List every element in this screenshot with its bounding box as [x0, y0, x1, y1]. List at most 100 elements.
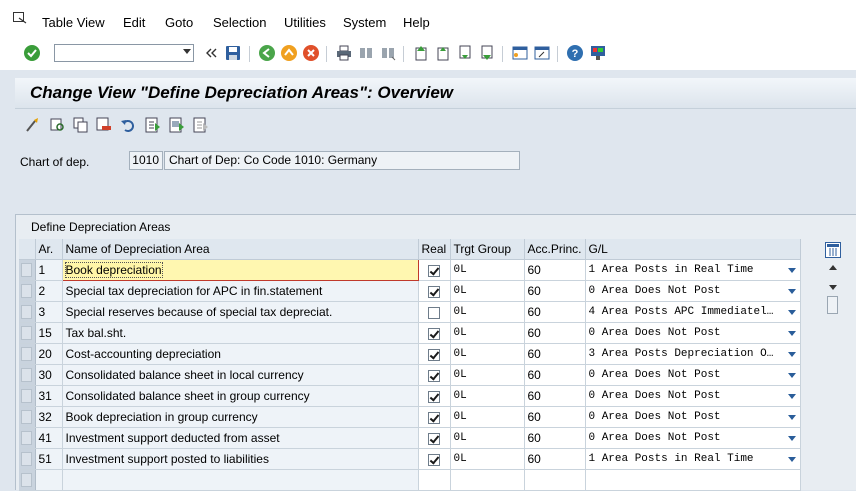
chevron-down-icon[interactable]	[787, 373, 796, 378]
cell-target-group[interactable]: 0L	[450, 259, 525, 281]
chevron-down-icon[interactable]	[787, 289, 796, 294]
cell-target-group[interactable]: 0L	[450, 385, 525, 407]
cell-acc-princ[interactable]: 60	[524, 448, 586, 470]
column-header-target-group[interactable]: Trgt Group	[450, 239, 525, 260]
cell-gl[interactable]: 4 Area Posts APC Immediatel…	[585, 301, 801, 323]
details-icon[interactable]	[50, 117, 66, 133]
column-header-acc-princ[interactable]: Acc.Princ.	[524, 239, 586, 260]
copy-icon[interactable]	[73, 117, 89, 133]
row-selector[interactable]	[19, 364, 36, 386]
cell-acc-princ[interactable]: 60	[524, 385, 586, 407]
cell-area-name[interactable]: Special tax depreciation for APC in fin.…	[62, 280, 419, 302]
new-session-icon[interactable]	[511, 44, 529, 62]
real-checkbox[interactable]	[427, 453, 440, 466]
chevron-down-icon[interactable]	[787, 331, 796, 336]
column-header-gl[interactable]: G/L	[585, 239, 801, 260]
row-selector[interactable]	[19, 343, 36, 365]
table-row[interactable]	[19, 469, 801, 491]
table-settings-icon[interactable]	[825, 242, 841, 258]
cell-acc-princ[interactable]: 60	[524, 259, 586, 281]
cell-gl[interactable]: 0 Area Does Not Post	[585, 322, 801, 344]
cell-area-name[interactable]: Special reserves because of special tax …	[62, 301, 419, 323]
cell-area-name[interactable]: Tax bal.sht.	[62, 322, 419, 344]
chevron-down-icon[interactable]	[787, 457, 796, 462]
table-row[interactable]: 3 Special reserves because of special tax…	[19, 301, 801, 323]
cell-acc-princ[interactable]: 60	[524, 427, 586, 449]
vertical-scrollbar[interactable]	[826, 263, 840, 323]
row-selector[interactable]	[19, 427, 36, 449]
chevron-down-icon[interactable]	[787, 310, 796, 315]
cell-target-group[interactable]: 0L	[450, 322, 525, 344]
cell-gl[interactable]: 0 Area Does Not Post	[585, 427, 801, 449]
real-checkbox[interactable]	[427, 411, 440, 424]
menu-goto[interactable]: Goto	[165, 15, 193, 30]
cell-target-group[interactable]: 0L	[450, 406, 525, 428]
cell-acc-princ[interactable]: 60	[524, 343, 586, 365]
cell-area-name[interactable]: Cost-accounting depreciation	[62, 343, 419, 365]
shortcut-icon[interactable]	[533, 44, 551, 62]
cell-gl[interactable]: 0 Area Does Not Post	[585, 364, 801, 386]
display-change-icon[interactable]	[25, 117, 41, 133]
cell-gl[interactable]: 3 Area Posts Depreciation O…	[585, 343, 801, 365]
column-header-real[interactable]: Real	[418, 239, 451, 260]
real-checkbox[interactable]	[427, 327, 440, 340]
cell-acc-princ[interactable]: 60	[524, 406, 586, 428]
row-selector[interactable]	[19, 259, 36, 281]
empty-cell[interactable]	[62, 469, 419, 491]
row-selector[interactable]	[19, 469, 36, 491]
enter-icon[interactable]	[23, 44, 41, 62]
row-selector[interactable]	[19, 385, 36, 407]
cell-target-group[interactable]: 0L	[450, 301, 525, 323]
menu-edit[interactable]: Edit	[123, 15, 145, 30]
menu-selection[interactable]: Selection	[213, 15, 266, 30]
cell-acc-princ[interactable]: 60	[524, 280, 586, 302]
exit-icon[interactable]	[280, 44, 298, 62]
chevron-down-icon[interactable]	[183, 49, 191, 54]
chevron-down-icon[interactable]	[787, 268, 796, 273]
back-arrows-icon[interactable]	[202, 44, 220, 62]
cell-area-name[interactable]: Consolidated balance sheet in group curr…	[62, 385, 419, 407]
save-icon[interactable]	[224, 44, 242, 62]
print-icon[interactable]	[335, 44, 353, 62]
column-header-name[interactable]: Name of Depreciation Area	[62, 239, 419, 260]
empty-cell[interactable]	[35, 469, 63, 491]
deselect-all-icon[interactable]	[193, 117, 209, 133]
cell-target-group[interactable]: 0L	[450, 448, 525, 470]
empty-cell[interactable]	[585, 469, 801, 491]
cell-area-name[interactable]: Investment support deducted from asset	[62, 427, 419, 449]
chevron-down-icon[interactable]	[787, 352, 796, 357]
command-field[interactable]	[54, 44, 194, 62]
real-checkbox[interactable]	[427, 306, 440, 319]
real-checkbox[interactable]	[427, 369, 440, 382]
row-selector[interactable]	[19, 301, 36, 323]
back-icon[interactable]	[258, 44, 276, 62]
select-all-icon[interactable]	[145, 117, 161, 133]
row-selector[interactable]	[19, 280, 36, 302]
menu-table-view[interactable]: Table View	[42, 15, 105, 30]
cell-acc-princ[interactable]: 60	[524, 301, 586, 323]
table-row[interactable]: 15 Tax bal.sht. 0L 60 0 Area Does Not Post	[19, 322, 801, 344]
first-page-icon[interactable]	[412, 44, 430, 62]
cancel-icon[interactable]	[302, 44, 320, 62]
prev-page-icon[interactable]	[434, 44, 452, 62]
column-header-ar[interactable]: Ar.	[35, 239, 63, 260]
cell-target-group[interactable]: 0L	[450, 343, 525, 365]
chevron-down-icon[interactable]	[787, 436, 796, 441]
cell-gl[interactable]: 1 Area Posts in Real Time	[585, 448, 801, 470]
scroll-down-icon[interactable]	[829, 285, 837, 290]
empty-cell[interactable]	[450, 469, 525, 491]
cell-area-name[interactable]: Book depreciation	[61, 259, 419, 281]
cell-gl[interactable]: 0 Area Does Not Post	[585, 280, 801, 302]
row-selector[interactable]	[19, 406, 36, 428]
empty-cell[interactable]	[418, 469, 451, 491]
command-input[interactable]	[57, 46, 175, 60]
real-checkbox[interactable]	[427, 432, 440, 445]
real-checkbox[interactable]	[427, 285, 440, 298]
help-icon[interactable]: ?	[566, 44, 584, 62]
select-block-icon[interactable]	[169, 117, 185, 133]
table-row[interactable]: 31 Consolidated balance sheet in group cu…	[19, 385, 801, 407]
next-page-icon[interactable]	[456, 44, 474, 62]
delete-icon[interactable]	[96, 117, 112, 133]
cell-acc-princ[interactable]: 60	[524, 364, 586, 386]
empty-cell[interactable]	[524, 469, 586, 491]
